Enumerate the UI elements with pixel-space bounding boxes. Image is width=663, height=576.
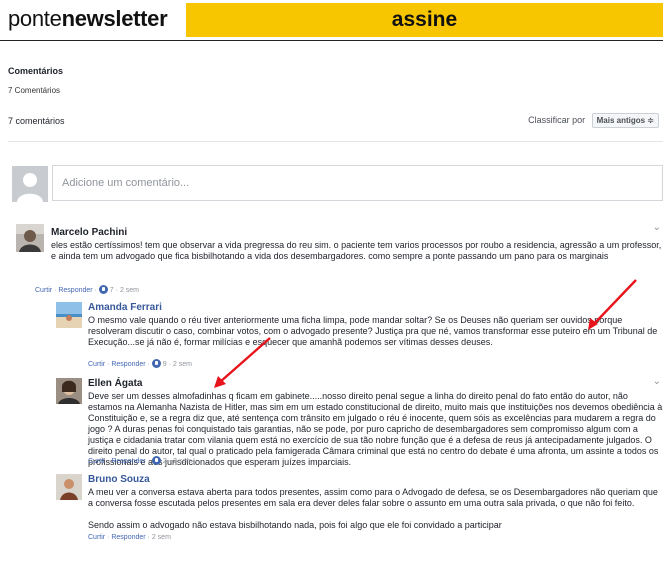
reply-link[interactable]: Responder	[111, 361, 145, 368]
comment-time[interactable]: 2 sem	[152, 534, 171, 541]
comment-time[interactable]: 2 sem	[120, 287, 139, 294]
sort-label: Classificar por	[528, 115, 586, 125]
avatar[interactable]	[56, 378, 82, 404]
comment-actions: Curtir · Responder · 2 sem	[88, 534, 171, 541]
sort-select[interactable]: Mais antigos ≑	[591, 113, 659, 128]
avatar[interactable]	[56, 302, 82, 328]
like-icon	[151, 456, 161, 465]
subscribe-label: assine	[391, 8, 458, 31]
like-icon	[98, 285, 108, 294]
comment-time[interactable]: 2 sem	[173, 361, 192, 368]
section-count: 7 Comentários	[8, 86, 61, 95]
user-placeholder-icon	[12, 166, 48, 202]
like-link[interactable]: Curtir	[88, 361, 105, 368]
avatar[interactable]	[16, 224, 44, 252]
comment-actions: Curtir · Responder · 9 · 2 sem	[88, 359, 192, 368]
reply-item: Bruno Souza A meu ver a conversa estava …	[56, 474, 663, 576]
header-divider	[0, 40, 663, 41]
divider	[8, 141, 663, 142]
comment-text-continued: Sendo assim o advogado não estava bisbil…	[88, 520, 502, 530]
reply-item: Amanda Ferrari O mesmo vale quando o réu…	[56, 302, 663, 372]
comment-actions: Curtir · Responder · 2 · 2 sem	[88, 456, 192, 465]
comment-item: Marcelo Pachini eles estão certíssimos! …	[16, 222, 663, 294]
comment-actions: Curtir · Responder · 7 · 2 sem	[35, 285, 139, 294]
comment-author[interactable]: Ellen Ágata	[88, 378, 142, 389]
brand-logo[interactable]: pontenewsletter	[8, 6, 168, 32]
chevron-down-icon[interactable]: ⌄	[653, 376, 661, 387]
like-link[interactable]: Curtir	[35, 287, 52, 294]
sort-control: Classificar por Mais antigos ≑	[528, 113, 659, 128]
reply-link[interactable]: Responder	[58, 287, 92, 294]
reply-link[interactable]: Responder	[111, 458, 145, 465]
reply-item: Ellen Ágata Deve ser um desses almofadin…	[56, 376, 663, 468]
like-count: 9	[162, 361, 167, 368]
comment-input[interactable]: Adicione um comentário...	[52, 165, 663, 201]
comment-text: O mesmo vale quando o réu tiver anterior…	[88, 315, 658, 347]
like-count: 7	[109, 287, 114, 294]
like-count: 2	[162, 458, 167, 465]
comment-author[interactable]: Marcelo Pachini	[51, 227, 127, 238]
chevron-down-icon[interactable]: ⌄	[653, 222, 661, 233]
comment-text: A meu ver a conversa estava aberta para …	[88, 487, 658, 508]
like-link[interactable]: Curtir	[88, 458, 105, 465]
like-link[interactable]: Curtir	[88, 534, 105, 541]
comment-time[interactable]: 2 sem	[173, 458, 192, 465]
section-title: Comentários	[8, 66, 64, 76]
site-header: pontenewsletter assine	[0, 0, 663, 40]
subscribe-button[interactable]: assine	[186, 3, 663, 37]
reply-link[interactable]: Responder	[111, 534, 145, 541]
comment-author[interactable]: Bruno Souza	[88, 474, 150, 485]
avatar[interactable]	[56, 474, 82, 500]
comment-text: eles estão certíssimos! tem que observar…	[51, 240, 662, 261]
like-icon	[151, 359, 161, 368]
comment-author[interactable]: Amanda Ferrari	[88, 302, 162, 313]
comment-count: 7 comentários	[8, 116, 65, 126]
